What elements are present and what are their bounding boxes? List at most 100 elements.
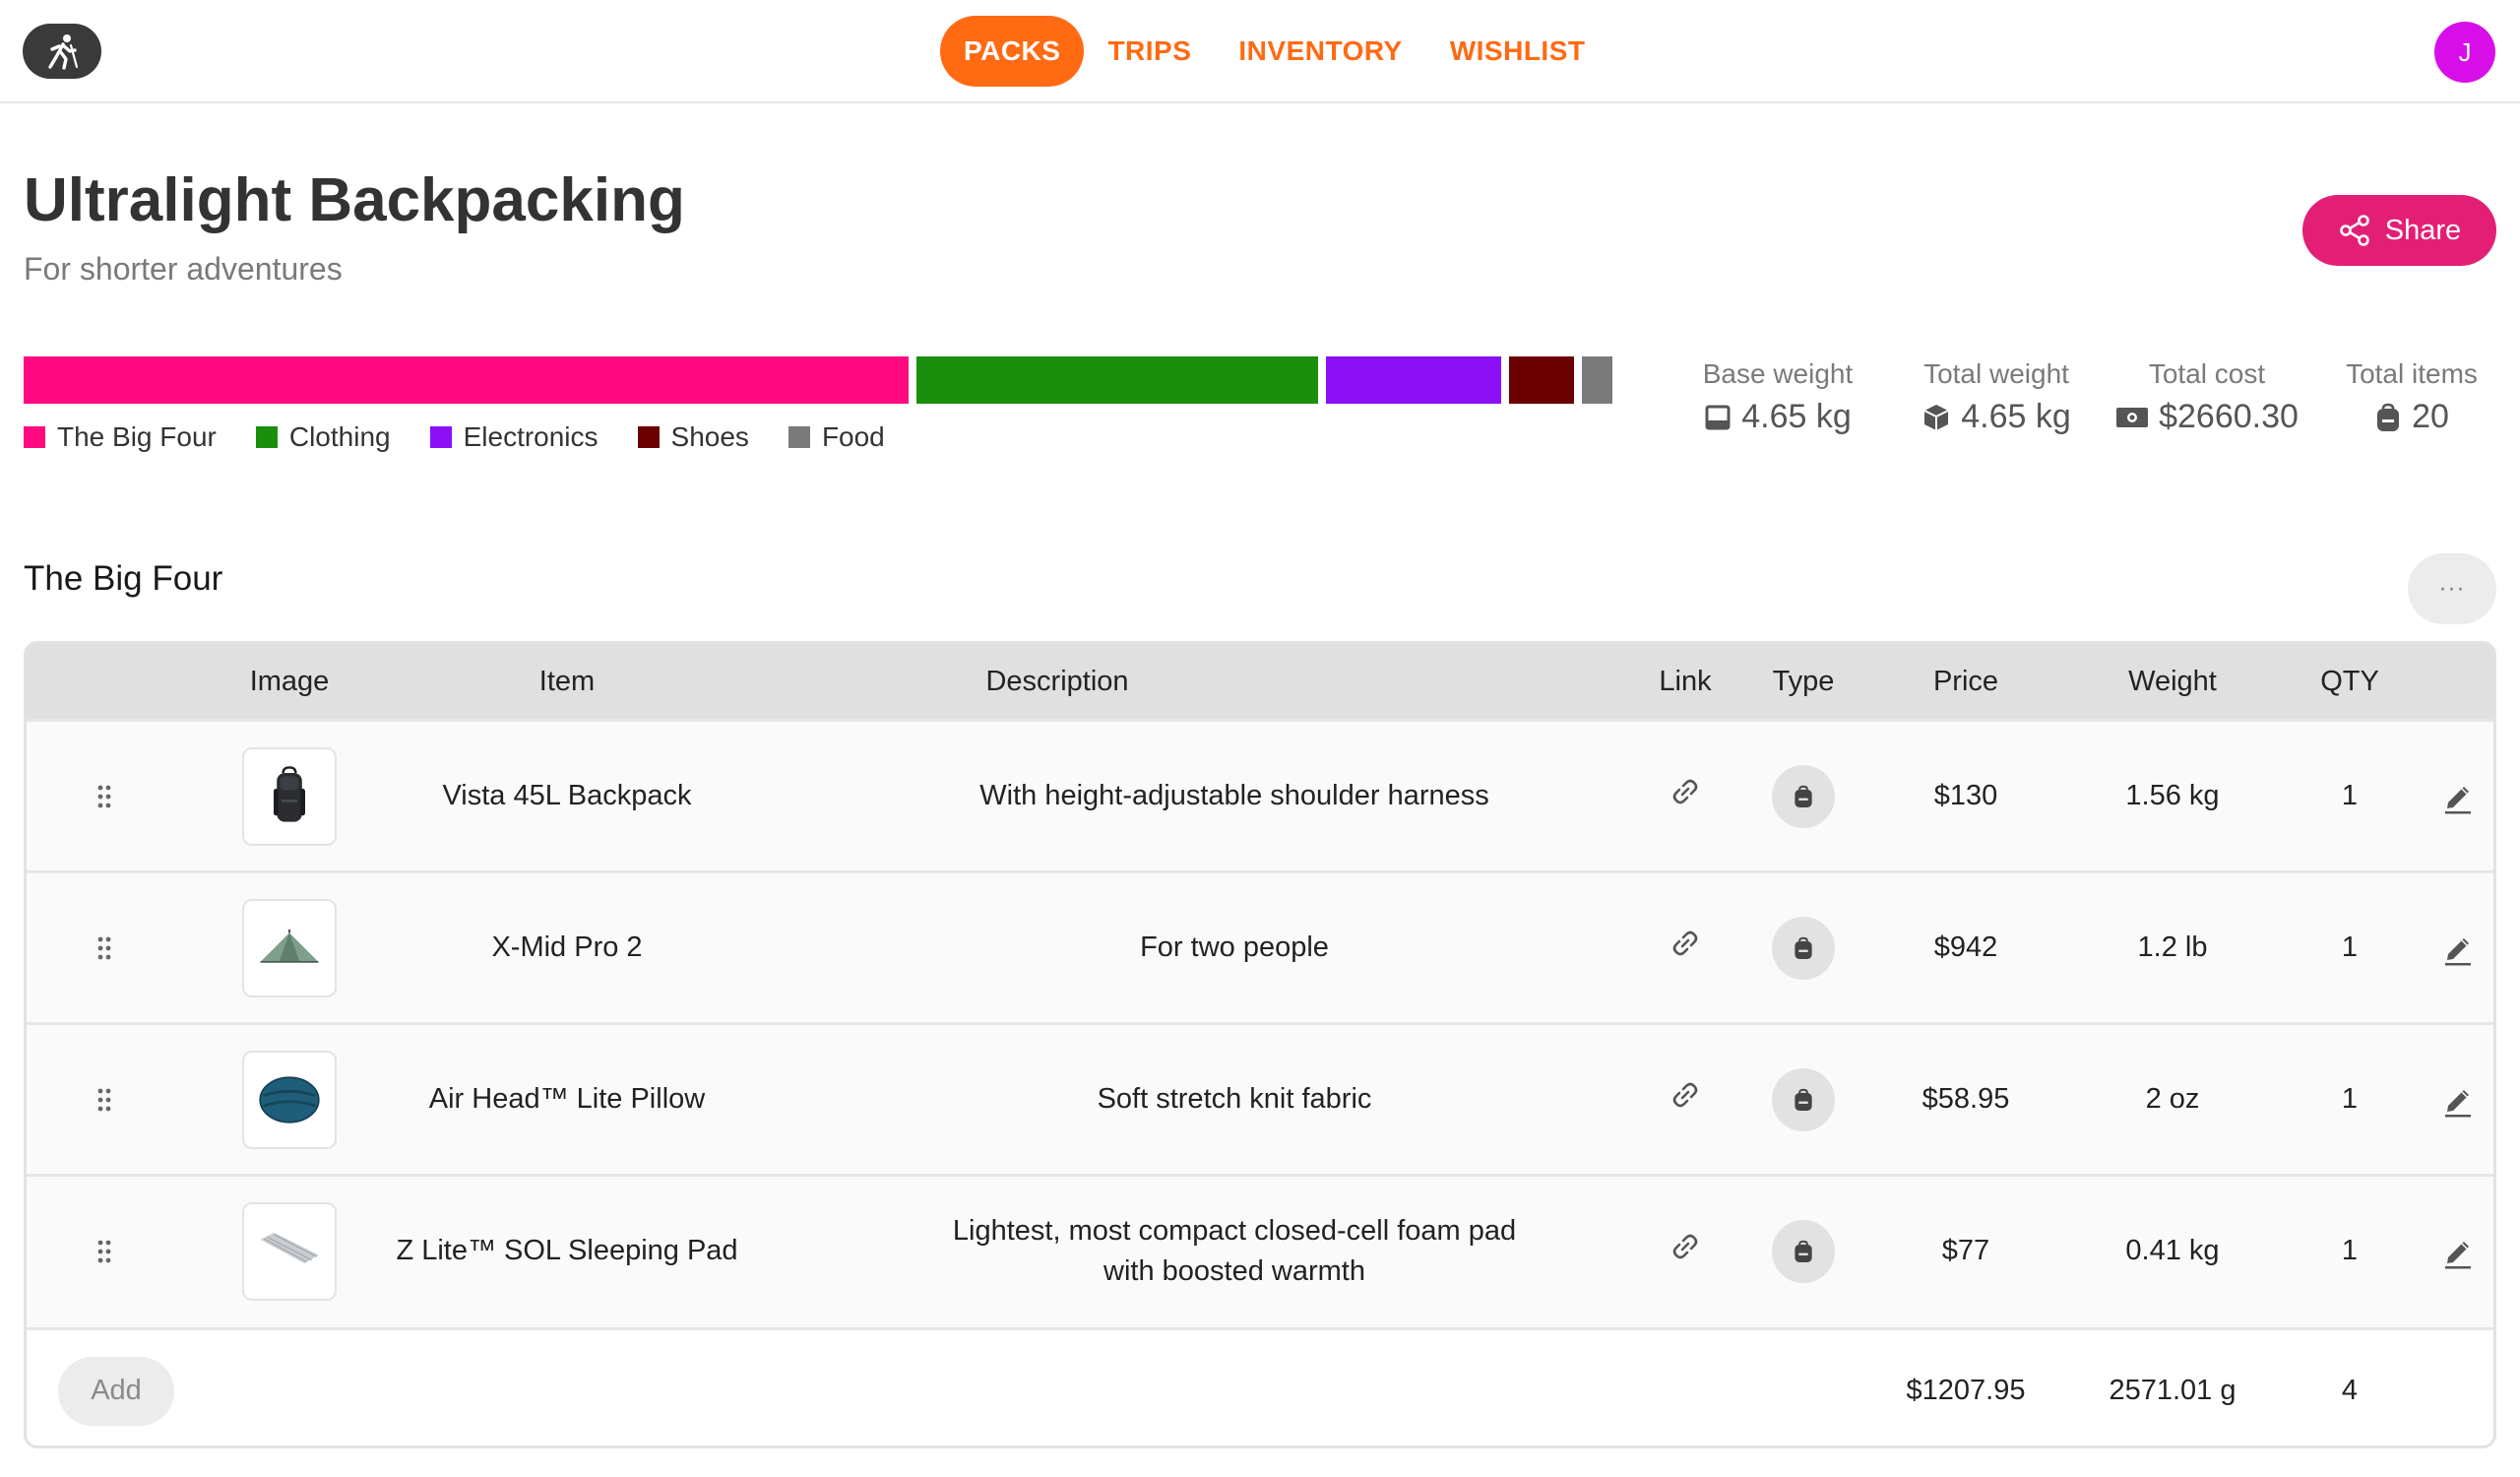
item-name: Z Lite™ SOL Sleeping Pad [396,1235,738,1266]
table-row[interactable]: Vista 45L Backpack With height-adjustable… [27,719,2493,870]
item-weight: 1.56 kg [2125,780,2220,811]
drag-handle[interactable] [52,1025,157,1174]
tab-wishlist[interactable]: WISHLIST [1426,16,1609,87]
legend-item: Shoes [637,421,749,453]
item-qty: 1 [2341,931,2359,963]
item-type-badge[interactable] [1772,916,1835,980]
item-type-badge[interactable] [1772,764,1835,828]
col-price: Price [1932,665,1999,697]
top-nav-bar: PACKS TRIPS INVENTORY WISHLIST J [0,0,2520,103]
item-qty: 1 [2341,1083,2359,1115]
legend-item: Electronics [429,421,598,453]
item-qty: 1 [2341,780,2359,811]
drag-handle-icon [97,1088,111,1111]
share-label: Share [2384,214,2462,246]
col-weight: Weight [2128,665,2217,697]
col-type: Type [1772,665,1835,697]
legend-label: The Big Four [57,421,217,452]
drag-handle-icon [97,785,111,807]
item-type-badge[interactable] [1772,1067,1835,1131]
weight-segment[interactable] [24,356,909,404]
stat-total-items: Total items 20 [2327,358,2496,436]
category-more-button[interactable]: ··· [2408,553,2496,624]
edit-button[interactable] [2428,722,2488,870]
share-button[interactable]: Share [2302,195,2496,266]
item-description: For two people [1140,931,1329,963]
item-price: $58.95 [1922,1083,2010,1115]
total-price: $1207.95 [1906,1375,2026,1406]
item-image[interactable] [242,898,337,997]
edit-button[interactable] [2428,1177,2488,1325]
drag-handle[interactable] [52,722,157,870]
stat-label: Base weight [1702,358,1854,389]
legend-label: Clothing [288,421,391,452]
backpack-icon [1795,1088,1812,1111]
item-qty: 1 [2341,1235,2359,1266]
pencil-icon [2445,1241,2471,1268]
item-name: Vista 45L Backpack [442,780,692,811]
main-nav: PACKS TRIPS INVENTORY WISHLIST [940,16,1608,87]
table-row[interactable]: Z Lite™ SOL Sleeping Pad Lightest, most c… [27,1174,2493,1325]
weight-distribution-bar [24,356,1612,404]
legend-swatch [788,426,810,448]
col-item: Item [538,665,596,697]
item-image[interactable] [242,746,337,846]
item-price: $77 [1941,1235,1990,1266]
scale-icon [1705,405,1731,429]
stat-label: Total cost [2148,358,2266,389]
drag-handle-icon [97,1240,111,1262]
edit-button[interactable] [2428,873,2488,1022]
col-description: Description [985,665,1129,697]
link-icon[interactable] [1670,1080,1700,1110]
item-weight: 1.2 lb [2137,931,2208,963]
item-name: X-Mid Pro 2 [491,931,643,963]
item-name: Air Head™ Lite Pillow [428,1083,706,1115]
pencil-icon [2445,937,2471,965]
stat-label: Total items [2346,358,2478,389]
app-logo[interactable] [23,24,101,79]
stat-base-weight: Base weight 4.65 kg [1673,358,1882,436]
user-avatar[interactable]: J [2434,22,2495,83]
page-subtitle: For shorter adventures [24,251,343,287]
drag-handle[interactable] [52,1177,157,1325]
weight-segment[interactable] [1326,356,1501,404]
weight-segment[interactable] [1509,356,1574,404]
table-row[interactable]: X-Mid Pro 2 For two people $942 1.2 lb 1 [27,870,2493,1022]
item-price: $942 [1933,931,1998,963]
edit-button[interactable] [2428,1025,2488,1174]
tab-inventory[interactable]: INVENTORY [1215,16,1425,87]
weight-segment[interactable] [916,356,1318,404]
total-weight: 2571.01 g [2109,1375,2236,1406]
legend-swatch [255,426,278,448]
col-link: Link [1659,665,1712,697]
pencil-icon [2445,1089,2471,1117]
col-image: Image [249,665,330,697]
category-title: The Big Four [24,559,223,598]
stat-label: Total weight [1923,358,2069,389]
item-type-badge[interactable] [1772,1219,1835,1283]
pack-stats: Base weight 4.65 kg Total weight 4.65 kg… [1673,358,2496,447]
item-description: Lightest, most compact closed-cell foam … [952,1214,1517,1287]
link-icon[interactable] [1670,1232,1700,1261]
legend-swatch [637,426,660,448]
table-header: Image Item Description Link Type Price W… [27,644,2493,719]
backpack-icon [1795,785,1812,807]
drag-handle-icon [97,936,111,959]
drag-handle[interactable] [52,873,157,1022]
add-item-button[interactable]: Add [58,1356,174,1426]
item-image[interactable] [242,1201,337,1301]
tab-packs[interactable]: PACKS [940,16,1085,87]
table-row[interactable]: Air Head™ Lite Pillow Soft stretch knit f… [27,1022,2493,1174]
link-icon[interactable] [1670,777,1700,806]
stat-value: $2660.30 [2159,398,2299,435]
page-title: Ultralight Backpacking [24,166,685,234]
stat-value: 4.65 kg [1961,398,2071,435]
pencil-icon [2445,786,2471,813]
share-icon [2339,215,2369,246]
tab-trips[interactable]: TRIPS [1084,16,1215,87]
item-image[interactable] [242,1050,337,1149]
legend-item: Clothing [255,421,391,453]
link-icon[interactable] [1670,929,1700,958]
legend-label: Food [821,421,885,452]
weight-segment[interactable] [1582,356,1612,404]
